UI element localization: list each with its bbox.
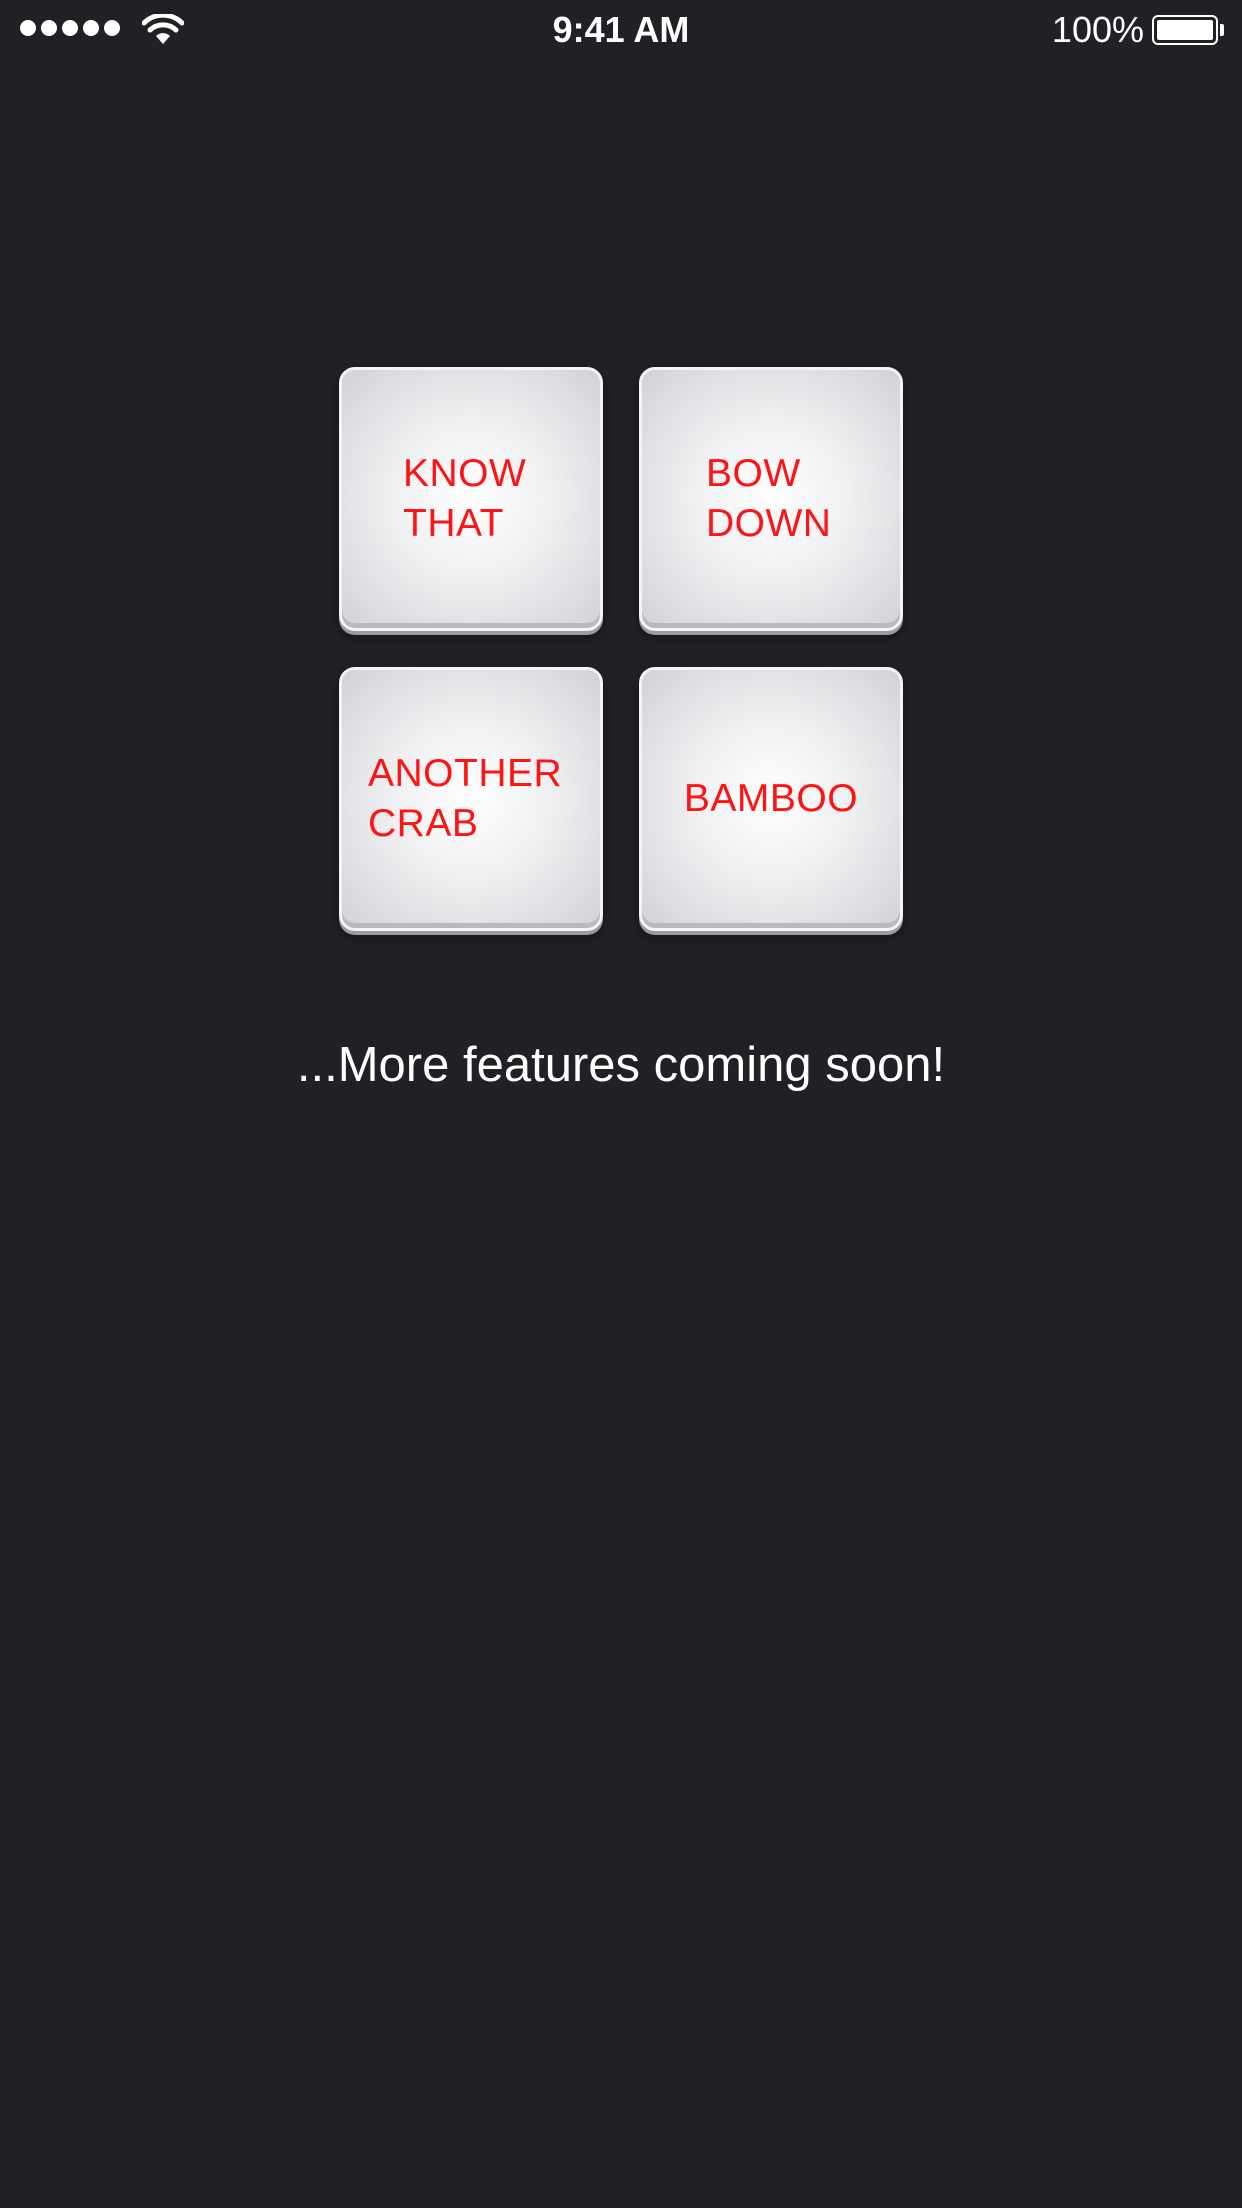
sound-button-bamboo[interactable]: BAMBOO xyxy=(639,667,903,931)
status-bar: 9:41 AM 100% xyxy=(0,0,1242,60)
label-line: ANOTHER xyxy=(368,752,563,795)
label-line: THAT xyxy=(403,502,504,545)
label-line: BOW xyxy=(706,452,801,495)
label-line: KNOW xyxy=(403,452,527,495)
sound-button-label: KNOW THAT xyxy=(403,449,593,549)
label-line: DOWN xyxy=(706,502,832,545)
battery-percentage: 100% xyxy=(1051,9,1144,50)
sound-button-grid: KNOW THAT BOW DOWN ANOTHER CRAB BAMBOO xyxy=(339,367,903,931)
sound-button-label: BOW DOWN xyxy=(706,449,896,549)
sound-button-bow-down[interactable]: BOW DOWN xyxy=(639,367,903,631)
battery-fill xyxy=(1157,20,1213,40)
sound-button-label: BAMBOO xyxy=(642,774,900,824)
battery-icon xyxy=(1152,15,1218,45)
sound-button-another-crab[interactable]: ANOTHER CRAB xyxy=(339,667,603,931)
label-line: CRAB xyxy=(368,802,479,845)
label-line: BAMBOO xyxy=(683,777,859,820)
sound-button-label: ANOTHER CRAB xyxy=(368,749,598,849)
sound-button-know-that[interactable]: KNOW THAT xyxy=(339,367,603,631)
coming-soon-message: ...More features coming soon! xyxy=(296,1038,946,1092)
battery-tip xyxy=(1220,24,1224,36)
